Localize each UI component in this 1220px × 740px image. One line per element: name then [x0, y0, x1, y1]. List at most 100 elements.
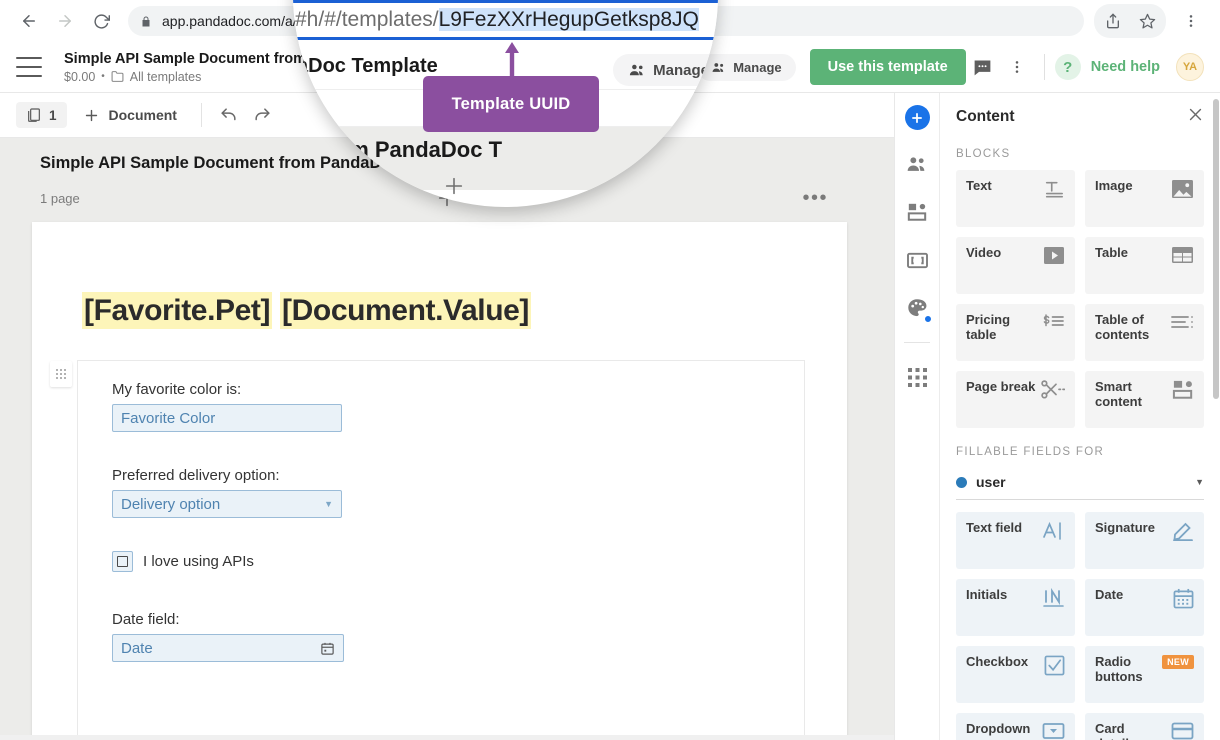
block-tile-page-break[interactable]: Page break [956, 371, 1075, 428]
people-icon [907, 157, 925, 171]
back-arrow-icon [23, 15, 35, 27]
page-count-button[interactable]: 1 [16, 102, 67, 128]
browser-menu-button[interactable] [1174, 4, 1208, 38]
sidebar-item-apps[interactable] [903, 363, 931, 391]
tile-label: Checkbox [966, 654, 1029, 669]
page-count-text: 1 page [40, 190, 80, 206]
back-button[interactable] [12, 4, 46, 38]
use-this-template-button[interactable]: Use this template [809, 49, 966, 85]
date-field[interactable]: Date [112, 634, 344, 662]
sidebar-icon-rail [895, 93, 940, 740]
toolbar-divider [200, 103, 202, 127]
undo-icon [221, 107, 237, 120]
content-block[interactable]: My favorite color is: Favorite Color Pre… [50, 360, 805, 740]
sidebar-item-add[interactable] [904, 105, 930, 130]
signature-pen-icon [1172, 521, 1194, 546]
card-icon [1171, 722, 1194, 740]
recipient-name: user [976, 474, 1006, 490]
folder-label: All templates [129, 69, 202, 84]
field-tile-initials[interactable]: Initials [956, 579, 1075, 636]
share-button[interactable] [1096, 4, 1130, 38]
sidebar-item-recipients[interactable] [903, 150, 931, 178]
hamburger-line [16, 66, 42, 68]
dropdown-icon [1042, 722, 1065, 740]
three-dot-menu-icon [1015, 61, 1018, 73]
block-tile-video[interactable]: Video [956, 237, 1075, 294]
tile-label: Text field [966, 520, 1023, 535]
block-tile-table-of-contents[interactable]: Table of contents [1085, 304, 1204, 361]
field-group-delivery-option: Preferred delivery option: Delivery opti… [112, 467, 342, 518]
checkbox-field-love-apis[interactable] [112, 551, 133, 572]
field-label: Preferred delivery option: [112, 467, 280, 484]
template-uuid-callout: Template UUID [423, 76, 599, 132]
variable-icon [906, 252, 928, 268]
page-count-label: 1 [49, 107, 57, 123]
panel-scrollbar-thumb[interactable] [1213, 99, 1219, 399]
block-tile-text[interactable]: Text [956, 170, 1075, 227]
checkbox-row[interactable]: I love using APIs [112, 551, 254, 572]
dropdown-value: Delivery option [121, 495, 221, 513]
drag-handle-icon[interactable] [50, 361, 72, 387]
avatar[interactable]: YA [1176, 53, 1204, 81]
text-field-favorite-color[interactable]: Favorite Color [112, 404, 342, 432]
panel-header: Content [956, 93, 1204, 140]
undo-button[interactable] [214, 100, 244, 130]
calendar-icon [320, 641, 335, 656]
magnified-url-path: #h/#/templates/ [295, 8, 439, 31]
block-tile-pricing-table[interactable]: Pricing table [956, 304, 1075, 361]
question-mark-icon: ? [1054, 54, 1081, 80]
magnified-doc-title: aDoc Template [297, 54, 438, 77]
hamburger-line [16, 57, 42, 59]
field-tile-text-field[interactable]: Text field [956, 512, 1075, 569]
tile-label: Table [1095, 245, 1128, 260]
document-page: [Favorite.Pet] [Document.Value] My favor… [32, 222, 847, 740]
field-tile-date[interactable]: Date [1085, 579, 1204, 636]
field-tile-radio-buttons[interactable]: Radio buttons NEW [1085, 646, 1204, 703]
field-tile-card-details[interactable]: Card details [1085, 713, 1204, 740]
dropdown-field-delivery-option[interactable]: Delivery option ▼ [112, 490, 342, 518]
document-price: $0.00 [64, 69, 96, 84]
image-icon [1171, 179, 1194, 204]
recipient-selector[interactable]: user ▼ [956, 468, 1204, 500]
comment-icon [974, 60, 991, 75]
add-document-button[interactable]: Document [71, 102, 189, 129]
theme-notification-dot [924, 315, 932, 323]
hamburger-line [16, 75, 42, 77]
pricing-table-icon [1041, 313, 1065, 338]
address-bar-url: app.pandadoc.com/a/#/ [162, 13, 309, 29]
sidebar-item-theme[interactable] [903, 294, 932, 323]
redo-button[interactable] [248, 100, 278, 130]
hamburger-menu-button[interactable] [16, 57, 42, 77]
sidebar-item-variables[interactable] [903, 246, 931, 274]
forward-button[interactable] [48, 4, 82, 38]
close-panel-button[interactable] [1187, 106, 1204, 128]
new-badge: NEW [1162, 655, 1194, 669]
tile-label: Initials [966, 587, 1008, 602]
blocks-grid: Text Image Video Table Pricing table Tab… [956, 170, 1204, 428]
bookmark-button[interactable] [1130, 4, 1164, 38]
field-tile-checkbox[interactable]: Checkbox [956, 646, 1075, 703]
block-tile-table[interactable]: Table [1085, 237, 1204, 294]
sidebar-item-smart-content[interactable] [903, 198, 931, 226]
field-tile-dropdown[interactable]: Dropdown [956, 713, 1075, 740]
tile-label: Table of contents [1095, 312, 1150, 342]
canvas-more-button[interactable]: ••• [802, 188, 828, 208]
initials-icon [1042, 587, 1065, 613]
tile-label: Radio buttons [1095, 654, 1143, 684]
block-tile-smart-content[interactable]: Smart content [1085, 371, 1204, 428]
reload-button[interactable] [84, 4, 118, 38]
more-options-button[interactable] [1000, 50, 1034, 84]
field-tile-signature[interactable]: Signature [1085, 512, 1204, 569]
horizontal-scrollbar[interactable] [0, 735, 894, 740]
magnified-url: #h/#/templates/L9FezXXrHegupGetksp8JQ [293, 8, 699, 32]
video-play-icon [1043, 246, 1065, 270]
comment-button[interactable] [966, 50, 1000, 84]
need-help-button[interactable]: ? Need help [1054, 54, 1160, 80]
plus-icon [912, 112, 922, 123]
tile-label: Text [966, 178, 992, 193]
fillable-fields-grid: Text field Signature Initials Date Check… [956, 512, 1204, 740]
panel-scrollbar[interactable] [1213, 93, 1220, 740]
block-tile-image[interactable]: Image [1085, 170, 1204, 227]
checkbox-icon [1044, 655, 1065, 681]
forward-arrow-icon [59, 15, 71, 27]
